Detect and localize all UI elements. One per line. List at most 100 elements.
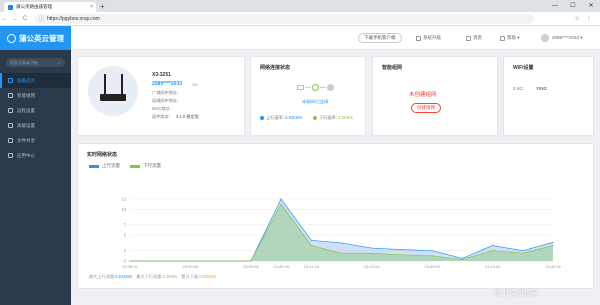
x-tick-label: 23:42:04 [364, 264, 380, 269]
data-point [189, 260, 191, 262]
data-point [401, 249, 403, 251]
data-point [461, 258, 463, 260]
create-network-button[interactable]: 创建组网 [411, 103, 441, 113]
browser-tab-bar: 蒲公英路由器管理 × + — ☐ ✕ [0, 0, 600, 12]
data-point [280, 203, 282, 205]
x-tick-label: 23:41:04 [303, 264, 319, 269]
data-point [250, 260, 252, 262]
sidebar-item-advanced[interactable]: 高级设置 [0, 118, 71, 133]
chart-footer: 最大上行流量:5.52KB/s 最大下行流量:2.3KB/s 累计下载:0.53… [89, 274, 216, 280]
x-tick-label: 23:39:04 [183, 264, 199, 269]
favicon-icon [8, 4, 13, 10]
device-sn: 2089****2033 [152, 81, 183, 87]
data-point [522, 250, 524, 252]
y-tick-label: 12 [121, 197, 126, 202]
app-logo[interactable]: 蒲公英云管理 [0, 26, 71, 50]
firmware-row: 固件版本: 3.1.0 稳定版 [152, 114, 199, 119]
message-label: 消息 [473, 35, 482, 40]
smart-status: 未创建组网 [409, 92, 437, 98]
data-point [552, 241, 554, 243]
maximize-button[interactable]: ☐ [564, 0, 582, 12]
traffic-chart: 0 2 5 7 10 12 23:38:04 23:39:04 23:40:04 23:40:34… [121, 197, 561, 270]
mac-row: MAC地址: [152, 106, 171, 111]
data-point [552, 245, 554, 246]
y-tick-label: 7 [124, 222, 127, 227]
tab-close-icon[interactable]: × [90, 4, 93, 10]
apps-icon [8, 153, 13, 158]
sidebar-item-label: 高级设置 [17, 122, 35, 128]
home-icon [8, 78, 13, 83]
search-icon[interactable]: ⌕ [58, 60, 61, 66]
tab-title: 蒲公英路由器管理 [16, 4, 52, 9]
data-point [341, 252, 342, 254]
url-text: https://pgybox.oray.com [47, 15, 100, 22]
x-tick-label: 23:40:04 [243, 264, 259, 269]
download-app-button[interactable]: 下载手机客户端 [358, 33, 402, 43]
data-point [371, 247, 373, 249]
sidebar-item-home[interactable]: 设备首页 [0, 73, 71, 88]
forward-icon[interactable]: → [10, 16, 20, 22]
data-point [371, 252, 373, 254]
data-point [341, 242, 342, 244]
data-point [129, 260, 131, 262]
menu-icon[interactable]: ⋮ [586, 15, 592, 22]
info-icon[interactable]: ⓘ [39, 15, 44, 22]
address-bar: ← → C ⓘ https://pgybox.oray.com ☆ ⋮ [0, 12, 600, 26]
help-icon [500, 35, 505, 41]
data-point [492, 250, 494, 252]
y-tick-label: 5 [124, 233, 127, 238]
y-tick-label: 10 [121, 207, 126, 212]
sidebar-item-files[interactable]: 文件共享 [0, 133, 71, 148]
sidebar-item-label: 应用中心 [17, 152, 35, 158]
sidebar-item-label: 远程设置 [17, 107, 35, 113]
data-point [280, 198, 282, 200]
network-status[interactable]: 未联网/已连接 [302, 99, 328, 105]
sidebar-item-remote[interactable]: 远程设置 [0, 103, 71, 118]
back-icon[interactable]: ← [0, 16, 10, 22]
wifi-row: 2.4G: YING [513, 86, 548, 91]
message-link[interactable]: 消息 [466, 35, 482, 41]
sidebar-item-label: 智能组网 [17, 92, 35, 98]
top-bar: 下载手机客户端 系统升级 消息 帮助 ▾ 2089****2033 ▾ [71, 26, 600, 50]
sidebar-search[interactable]: 搜索设备或功能 ⌕ [6, 58, 65, 67]
help-link[interactable]: 帮助 ▾ [500, 35, 520, 41]
data-point [431, 250, 433, 252]
x-tick-label: 23:38:04 [122, 264, 138, 269]
upload-speed: 上行速率: 5.52KB/s [260, 115, 302, 121]
star-icon[interactable]: ☆ [575, 15, 580, 22]
url-field[interactable]: ⓘ https://pgybox.oray.com [34, 13, 534, 24]
realtime-card: 实时网络状态 上行流量 下行流量 0 2 5 7 10 12 23:38:04 23:39:0… [77, 143, 594, 289]
sidebar-item-label: 文件共享 [17, 137, 35, 143]
data-point [220, 260, 222, 262]
wifi-title: WiFi设置 [513, 65, 534, 71]
new-tab-button[interactable]: + [100, 2, 105, 11]
data-point [159, 260, 161, 262]
data-point [431, 255, 433, 257]
user-menu[interactable]: 2089****2033 ▾ [541, 34, 583, 42]
max-up: 最大上行流量:5.52KB/s [89, 274, 133, 279]
sidebar-item-apps[interactable]: 应用中心 [0, 148, 71, 163]
sidebar-item-label: 设备首页 [17, 77, 35, 83]
y-tick-label: 0 [124, 259, 127, 264]
browser-tab[interactable]: 蒲公英路由器管理 × [4, 2, 96, 12]
data-point [310, 245, 312, 246]
max-down: 最大下行流量:2.3KB/s [136, 274, 178, 279]
data-point [461, 257, 463, 259]
sidebar: 蒲公英云管理 搜索设备或功能 ⌕ 设备首页 智能组网 远程设置 高级设置 文件共… [0, 26, 71, 305]
wifi-ssid: YING [536, 86, 548, 91]
device-model: X3-3251 [152, 72, 171, 78]
sidebar-item-network[interactable]: 智能组网 [0, 88, 71, 103]
download-speed: 下行速率: 2.3KB/s [313, 115, 353, 121]
settings-icon [8, 108, 13, 113]
x-tick-label: 23:40:34 [273, 264, 289, 269]
advanced-icon [8, 123, 13, 128]
smart-network-card: 智能组网 未创建组网 创建组网 [372, 56, 498, 136]
data-point [492, 245, 494, 246]
network-title: 网络连接状态 [260, 65, 291, 71]
folder-icon [8, 138, 13, 143]
upgrade-link[interactable]: 系统升级 [416, 35, 441, 41]
minimize-button[interactable]: — [546, 0, 564, 12]
x-tick-label: 23:43:04 [424, 264, 440, 269]
reload-icon[interactable]: C [20, 16, 30, 22]
close-window-button[interactable]: ✕ [582, 0, 600, 12]
